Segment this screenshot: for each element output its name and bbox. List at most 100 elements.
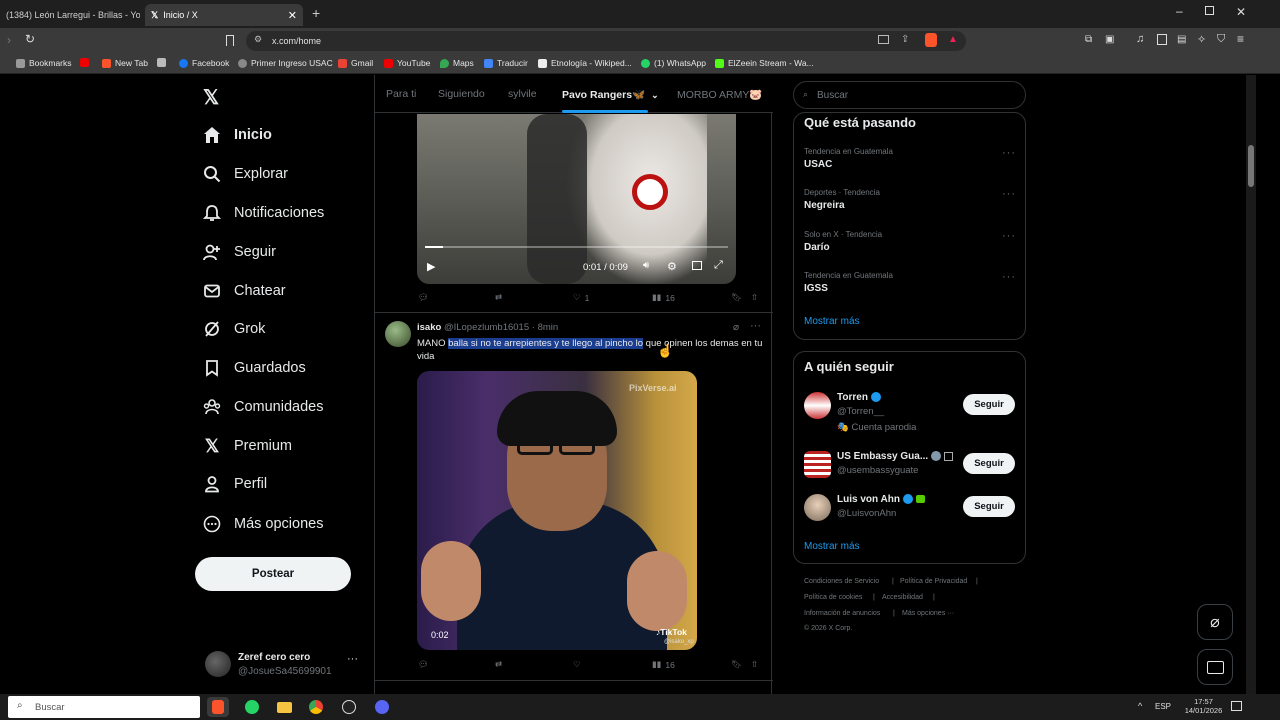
nav-bookmarks[interactable]: Guardados — [202, 355, 306, 381]
bookmark-new-tab[interactable]: New Tab — [102, 58, 148, 68]
nav-notifications[interactable]: Notificaciones — [202, 200, 324, 226]
bookmark-stream[interactable]: ElZeein Stream - Wa... — [715, 58, 814, 68]
tab-x-home[interactable]: 𝕏 Inicio / X ✕ — [145, 4, 303, 26]
bookmark-icon[interactable]: 🔖︎ — [731, 659, 742, 670]
reply-icon[interactable]: 💬︎ — [418, 292, 429, 303]
bookmark-folder[interactable]: Bookmarks — [16, 58, 72, 68]
site-info-icon[interactable]: ⚙ — [254, 34, 262, 45]
footer-link[interactable]: Más opciones ··· — [902, 610, 954, 617]
taskbar-search[interactable]: ⌕ Buscar — [8, 696, 200, 718]
page-scrollbar[interactable] — [1246, 75, 1256, 694]
views-button[interactable]: ▮▮ 16 — [652, 659, 675, 670]
trend-name[interactable]: Darío — [804, 242, 830, 253]
footer-link[interactable]: Condiciones de Servicio — [804, 578, 879, 585]
bookmark-page-icon[interactable] — [226, 35, 234, 46]
brave-taskbar-icon[interactable] — [207, 697, 229, 717]
follow-button[interactable]: Seguir — [963, 394, 1015, 415]
obs-icon[interactable] — [338, 697, 360, 717]
nav-explore[interactable]: Explorar — [202, 161, 288, 187]
nav-communities[interactable]: Comunidades — [202, 394, 323, 420]
repost-icon[interactable]: ⇄ — [495, 292, 502, 303]
post1-video[interactable]: ▶ 0:01 / 0:09 🔊︎ ⚙ ⤢ — [417, 114, 736, 284]
media-icon[interactable]: ♫ — [1136, 33, 1144, 45]
nav-grok[interactable]: Grok — [202, 316, 265, 342]
sidebar-toggle-icon[interactable] — [1157, 34, 1167, 45]
more-icon[interactable]: ··· — [1002, 188, 1016, 200]
bookmark-whatsapp[interactable]: (1) WhatsApp — [641, 58, 706, 68]
footer-link[interactable]: Política de cookies — [804, 594, 862, 601]
post2-video[interactable]: PixVerse.ai 0:02 ♪TikTok @isako_xp — [417, 371, 697, 650]
chrome-icon[interactable] — [305, 697, 327, 717]
extensions-icon[interactable]: ⧉ — [1085, 34, 1092, 45]
trend-name[interactable]: IGSS — [804, 283, 828, 294]
tab-morbo-army[interactable]: MORBO ARMY🐷 — [677, 88, 762, 101]
scrollbar-thumb[interactable] — [1248, 145, 1254, 187]
video-progress-track[interactable] — [425, 246, 728, 248]
tab-youtube[interactable]: (1384) León Larregui - Brillas - YouTu — [0, 4, 140, 26]
tab-pavo-rangers[interactable]: Pavo Rangers🦋 ⌄ — [562, 88, 659, 101]
post-author[interactable]: isako — [417, 322, 441, 333]
brave-rewards-icon[interactable]: ▲ — [948, 34, 958, 45]
pip-icon[interactable] — [692, 261, 702, 270]
reload-icon[interactable]: ↻ — [25, 32, 35, 46]
bookmark-blank[interactable] — [157, 58, 166, 67]
clock[interactable]: 17:57 14/01/2026 — [1181, 697, 1226, 715]
whatsapp-taskbar-icon[interactable] — [241, 697, 263, 717]
avatar[interactable] — [804, 494, 831, 521]
chevron-down-icon[interactable]: ⌄ — [651, 90, 659, 100]
trend-name[interactable]: Negreira — [804, 200, 845, 211]
tab-following[interactable]: Siguiendo — [438, 88, 485, 100]
avatar[interactable] — [804, 392, 831, 419]
grok-icon[interactable]: ⌀ — [733, 322, 739, 333]
follow-handle[interactable]: @LuisvonAhn — [837, 508, 896, 519]
follow-name[interactable]: Luis von Ahn — [837, 494, 925, 505]
follow-button[interactable]: Seguir — [963, 496, 1015, 517]
share-icon[interactable]: ⇧ — [751, 292, 758, 303]
settings-icon[interactable]: ⚙ — [667, 260, 677, 273]
show-more-trends-link[interactable]: Mostrar más — [804, 316, 860, 327]
nav-more[interactable]: Más opciones — [202, 511, 323, 537]
footer-link[interactable]: Accesibilidad — [882, 594, 923, 601]
follow-button[interactable]: Seguir — [963, 453, 1015, 474]
maximize-icon[interactable] — [1205, 6, 1214, 15]
volume-icon[interactable]: 🔊︎ — [643, 260, 649, 271]
vpn-icon[interactable]: ⛉ — [1217, 33, 1225, 46]
bookmark-gmail[interactable]: Gmail — [338, 58, 373, 68]
follow-handle[interactable]: @Torren__ — [837, 406, 884, 417]
search-box[interactable]: ⌕ Buscar — [793, 81, 1026, 109]
tray-chevron-icon[interactable]: ^ — [1138, 701, 1142, 711]
discord-icon[interactable] — [371, 697, 393, 717]
wallet-icon[interactable]: ▤ — [1177, 34, 1186, 45]
more-icon[interactable]: ··· — [750, 320, 761, 332]
post-handle[interactable]: @ILopezlumb16015 — [444, 322, 529, 333]
leo-ai-icon[interactable]: ✧ — [1197, 33, 1206, 46]
close-window-icon[interactable]: ✕ — [1236, 5, 1246, 19]
post-age[interactable]: · 8min — [532, 322, 558, 333]
avatar[interactable] — [385, 321, 411, 347]
avatar[interactable] — [804, 451, 831, 478]
like-button[interactable]: ♡ 1 — [573, 292, 589, 303]
language-indicator[interactable]: ESP — [1155, 702, 1171, 711]
post-button[interactable]: Postear — [195, 557, 351, 591]
follow-handle[interactable]: @usembassyguate — [837, 465, 918, 476]
bookmark-youtube[interactable]: YouTube — [384, 58, 430, 68]
follow-name[interactable]: Torren — [837, 392, 881, 403]
menu-icon[interactable]: ≡ — [1237, 32, 1244, 46]
bookmark-youtube-icon-only[interactable] — [80, 58, 89, 67]
bookmark-wikipedia[interactable]: Etnología - Wikiped... — [538, 58, 632, 68]
grok-float-button[interactable]: ⌀ — [1197, 604, 1233, 640]
fullscreen-icon[interactable]: ⤢ — [714, 259, 723, 272]
follow-name[interactable]: US Embassy Gua... — [837, 451, 954, 462]
account-switcher[interactable]: Zeref cero cero @JosueSa45699901 ··· — [195, 643, 365, 687]
heart-icon[interactable]: ♡ — [573, 659, 581, 670]
share-icon[interactable]: ⇪ — [901, 34, 909, 45]
file-explorer-icon[interactable] — [273, 697, 295, 717]
more-icon[interactable]: ··· — [1002, 147, 1016, 159]
play-icon[interactable]: ▶ — [427, 260, 435, 273]
nav-home[interactable]: Inicio — [202, 122, 272, 148]
x-logo-icon[interactable]: 𝕏 — [203, 85, 219, 110]
show-more-follow-link[interactable]: Mostrar más — [804, 541, 860, 552]
bookmark-traducir[interactable]: Traducir — [484, 58, 528, 68]
reply-icon[interactable]: 💬︎ — [418, 659, 429, 670]
messages-float-button[interactable] — [1197, 649, 1233, 685]
